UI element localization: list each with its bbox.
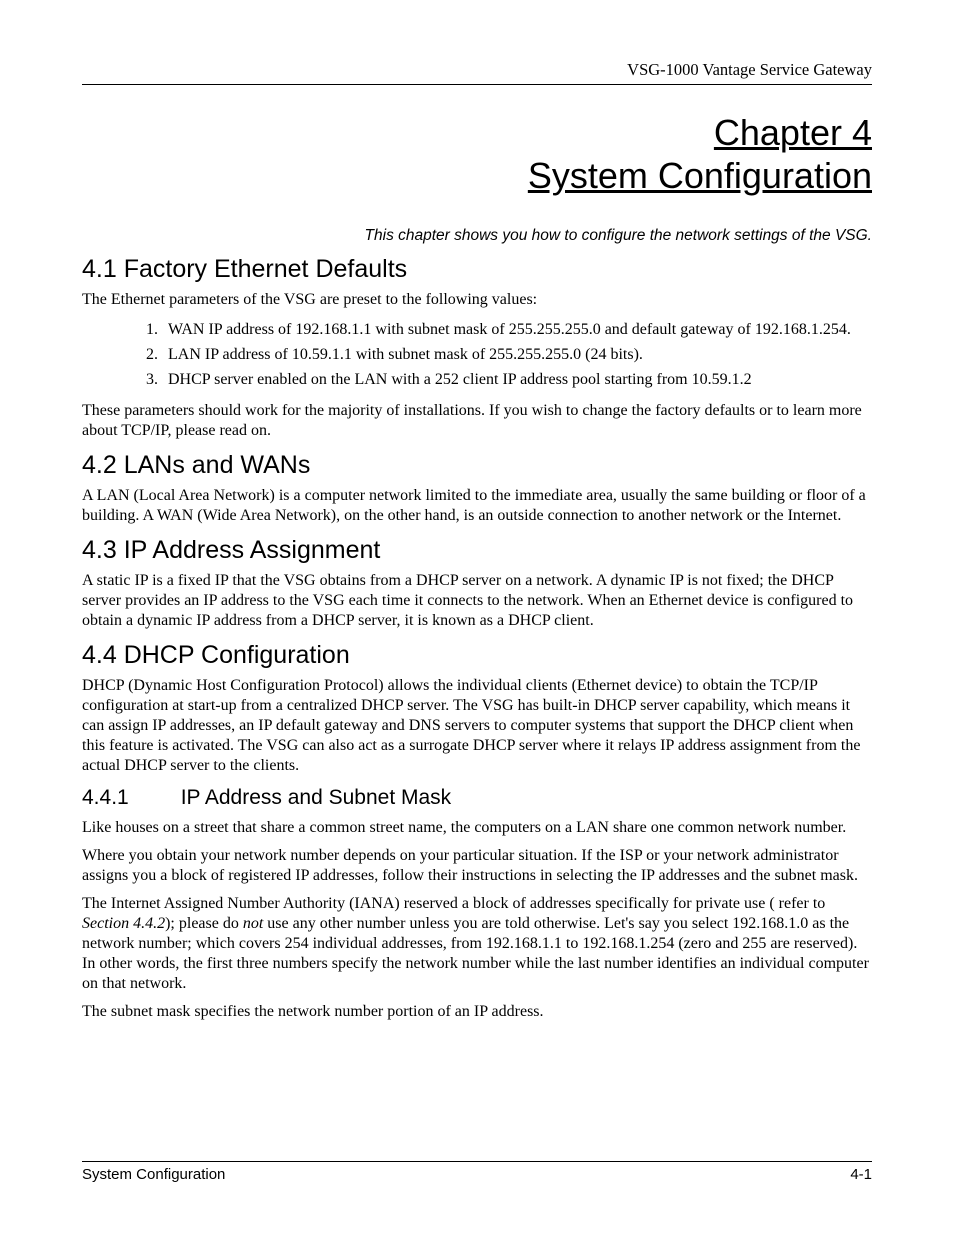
footer-left: System Configuration [82, 1166, 225, 1183]
subsection-title: IP Address and Subnet Mask [181, 786, 451, 809]
page: VSG-1000 Vantage Service Gateway Chapter… [0, 0, 954, 1235]
subsection-number: 4.4.1 [82, 786, 129, 809]
section-4-4-1-heading: 4.4.1 IP Address and Subnet Mask [82, 786, 872, 810]
section-4-1-list: WAN IP address of 192.168.1.1 with subne… [82, 318, 872, 392]
section-4-1-intro: The Ethernet parameters of the VSG are p… [82, 290, 872, 310]
section-4-2-heading: 4.2 LANs and WANs [82, 451, 872, 480]
section-4-1-heading: 4.1 Factory Ethernet Defaults [82, 255, 872, 284]
section-4-3-body: A static IP is a fixed IP that the VSG o… [82, 571, 872, 631]
header-product: VSG-1000 Vantage Service Gateway [627, 60, 872, 79]
section-4-1-outro: These parameters should work for the maj… [82, 401, 872, 441]
section-4-2-body: A LAN (Local Area Network) is a computer… [82, 486, 872, 526]
section-ref: Section 4.4.2 [82, 915, 165, 932]
chapter-title: Chapter 4 System Configuration [82, 111, 872, 197]
chapter-subtitle: This chapter shows you how to configure … [82, 227, 872, 245]
chapter-line1: Chapter 4 [714, 112, 872, 153]
footer-right: 4-1 [850, 1166, 872, 1183]
section-4-4-1-p2: Where you obtain your network number dep… [82, 846, 872, 886]
section-4-4-heading: 4.4 DHCP Configuration [82, 641, 872, 670]
section-4-4-body: DHCP (Dynamic Host Configuration Protoco… [82, 676, 872, 776]
running-header: VSG-1000 Vantage Service Gateway [82, 60, 872, 85]
list-item: DHCP server enabled on the LAN with a 25… [162, 368, 872, 393]
list-item: WAN IP address of 192.168.1.1 with subne… [162, 318, 872, 343]
page-footer: System Configuration 4-1 [82, 1161, 872, 1183]
chapter-line2: System Configuration [528, 155, 872, 196]
section-4-3-heading: 4.3 IP Address Assignment [82, 536, 872, 565]
section-4-4-1-p3: The Internet Assigned Number Authority (… [82, 894, 872, 994]
section-4-4-1-p4: The subnet mask specifies the network nu… [82, 1002, 872, 1022]
emphasis-not: not [243, 915, 263, 932]
section-4-4-1-p1: Like houses on a street that share a com… [82, 818, 872, 838]
list-item: LAN IP address of 10.59.1.1 with subnet … [162, 343, 872, 368]
